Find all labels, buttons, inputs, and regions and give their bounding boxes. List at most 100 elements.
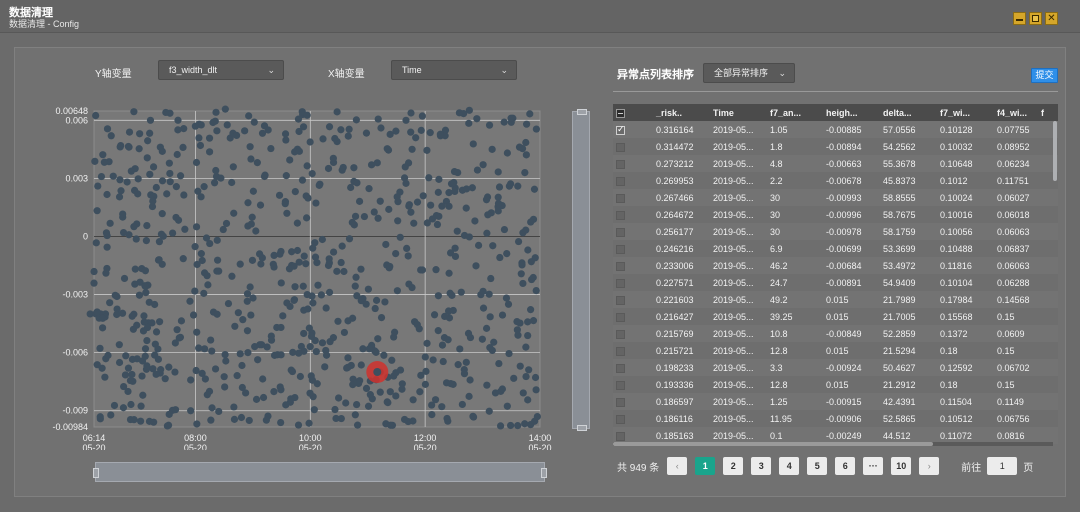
data-point[interactable] [325, 259, 333, 267]
data-point[interactable] [295, 127, 303, 136]
data-point[interactable] [205, 134, 214, 142]
data-point[interactable] [338, 166, 346, 174]
data-point[interactable] [152, 370, 160, 378]
data-point[interactable] [513, 326, 521, 334]
row-checkbox[interactable] [616, 414, 625, 424]
sort-select[interactable]: 全部异常排序 ⌄ [703, 63, 795, 83]
row-checkbox-cell[interactable] [613, 359, 653, 376]
data-point[interactable] [116, 176, 124, 184]
data-point[interactable] [208, 347, 216, 355]
scatter-chart[interactable]: 0.00648 0.006 0.003 0 -0.003 -0.006 -0.009 -0.0… [40, 100, 560, 450]
data-point[interactable] [138, 372, 146, 380]
data-point[interactable] [334, 317, 342, 325]
data-point[interactable] [238, 361, 246, 370]
data-point[interactable] [258, 254, 266, 262]
data-point[interactable] [130, 186, 139, 194]
data-point[interactable] [200, 269, 209, 277]
data-point[interactable] [230, 403, 238, 411]
table-row[interactable]: 0.269953 2019-05... 2.2 -0.00678 45.8373 0.10… [613, 172, 1058, 189]
data-point[interactable] [171, 368, 179, 376]
data-point[interactable] [469, 140, 477, 148]
data-point[interactable] [213, 236, 221, 244]
data-point[interactable] [106, 219, 114, 227]
data-point[interactable] [297, 342, 305, 351]
data-point[interactable] [131, 280, 139, 288]
data-point[interactable] [220, 373, 228, 381]
data-point[interactable] [260, 122, 269, 130]
data-point[interactable] [372, 296, 381, 304]
data-point[interactable] [192, 223, 201, 231]
row-checkbox[interactable] [616, 124, 625, 135]
data-point[interactable] [532, 386, 540, 394]
data-point[interactable] [213, 267, 221, 275]
data-point[interactable] [99, 151, 107, 159]
data-point[interactable] [344, 317, 352, 325]
row-checkbox-cell[interactable] [613, 291, 653, 308]
data-point[interactable] [212, 108, 220, 116]
data-point[interactable] [460, 370, 469, 378]
data-point[interactable] [383, 145, 391, 153]
data-point[interactable] [98, 324, 107, 332]
table-row[interactable]: 0.216427 2019-05... 39.25 0.015 21.7005 0.155… [613, 308, 1058, 325]
data-point[interactable] [131, 265, 139, 273]
data-point[interactable] [93, 308, 101, 316]
data-point[interactable] [283, 299, 291, 307]
data-point[interactable] [504, 300, 513, 308]
data-point[interactable] [257, 260, 265, 268]
data-point[interactable] [506, 180, 515, 188]
data-point[interactable] [234, 309, 242, 317]
data-point[interactable] [270, 263, 278, 271]
data-point[interactable] [418, 266, 427, 274]
data-point[interactable] [282, 136, 290, 144]
row-checkbox[interactable] [616, 397, 625, 407]
data-point[interactable] [137, 402, 145, 410]
row-checkbox-cell[interactable] [613, 121, 653, 138]
data-point[interactable] [309, 299, 317, 307]
slider-handle-left[interactable] [93, 468, 99, 478]
data-point[interactable] [303, 111, 311, 119]
data-point[interactable] [429, 356, 437, 364]
data-point[interactable] [103, 125, 112, 133]
data-point[interactable] [436, 130, 444, 138]
data-point[interactable] [233, 372, 241, 380]
data-point[interactable] [404, 252, 412, 260]
data-point[interactable] [267, 144, 275, 153]
data-point[interactable] [482, 196, 491, 204]
data-point[interactable] [193, 260, 201, 269]
data-point[interactable] [179, 143, 187, 152]
data-point[interactable] [386, 388, 394, 396]
data-point[interactable] [503, 249, 511, 258]
data-point[interactable] [122, 352, 130, 360]
data-point[interactable] [432, 266, 440, 274]
data-point[interactable] [342, 399, 350, 407]
page-button[interactable]: 10 [891, 457, 912, 475]
submit-button[interactable]: 提交 [1031, 68, 1058, 83]
page-button[interactable]: 6 [835, 457, 856, 475]
data-point[interactable] [496, 253, 504, 262]
row-checkbox-cell[interactable] [613, 155, 653, 172]
data-point[interactable] [427, 201, 435, 209]
data-point[interactable] [211, 365, 220, 373]
data-point[interactable] [410, 219, 418, 227]
row-checkbox-cell[interactable] [613, 206, 653, 223]
data-point[interactable] [299, 282, 307, 290]
data-point[interactable] [385, 205, 393, 213]
data-point[interactable] [393, 193, 401, 201]
data-point[interactable] [519, 279, 527, 288]
data-point[interactable] [270, 387, 278, 396]
data-point[interactable] [522, 226, 530, 234]
data-point[interactable] [107, 132, 115, 140]
data-point[interactable] [102, 269, 110, 277]
data-point[interactable] [107, 411, 115, 419]
data-point[interactable] [439, 357, 447, 366]
data-point[interactable] [419, 192, 427, 200]
data-point[interactable] [142, 237, 150, 245]
data-point[interactable] [117, 187, 125, 195]
data-point[interactable] [462, 204, 470, 212]
data-point[interactable] [445, 269, 453, 277]
data-point[interactable] [314, 281, 322, 289]
data-point[interactable] [408, 283, 416, 292]
data-point[interactable] [331, 134, 339, 143]
data-point[interactable] [302, 260, 310, 268]
data-point[interactable] [236, 350, 244, 358]
